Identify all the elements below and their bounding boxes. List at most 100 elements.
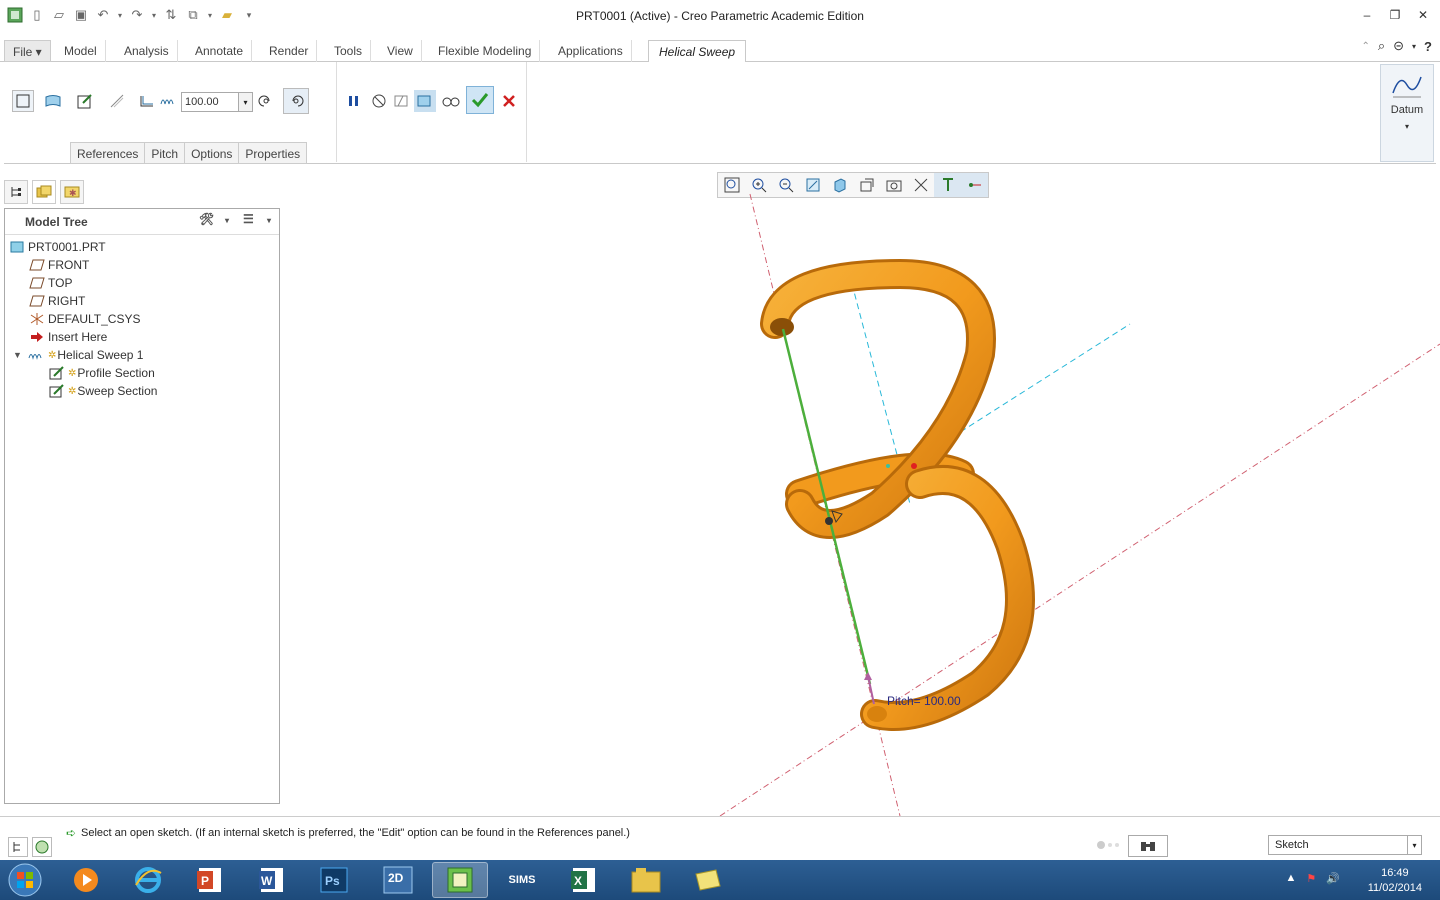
navigator-panel: ✱ Model Tree 🛠 ▾ ☰ ▾ PRT0001.PRT FRONT T… — [4, 176, 280, 804]
tree-item-helical-sweep[interactable]: ▼ ✲ Helical Sweep 1 — [5, 346, 279, 364]
thicken-icon[interactable] — [136, 90, 158, 112]
remove-material-icon[interactable] — [106, 90, 128, 112]
action-center-icon[interactable]: ⚑ — [1306, 872, 1316, 885]
minimize-icon[interactable]: – — [1358, 6, 1376, 24]
datum-button[interactable]: Datum ▾ — [1380, 64, 1434, 162]
windows-taskbar: P W Ps 2D SIMS X ▲ ⚑ 🔊 16:49 11/02/2014 — [0, 860, 1440, 900]
word-icon[interactable]: W — [244, 862, 300, 898]
sketch-point — [911, 463, 917, 469]
system-clock[interactable]: 16:49 11/02/2014 — [1368, 866, 1422, 896]
find-icon[interactable] — [1128, 835, 1168, 857]
tree-item-part[interactable]: PRT0001.PRT — [5, 238, 279, 256]
sketch-point — [886, 464, 890, 468]
minimize-ribbon-icon[interactable]: ⌃ — [1361, 41, 1369, 52]
pause-icon[interactable] — [343, 90, 365, 112]
pitch-annotation[interactable]: Pitch= 100.00 — [887, 694, 961, 708]
powerpoint-icon[interactable]: P — [182, 862, 238, 898]
tab-references[interactable]: References — [70, 142, 145, 164]
model-tree-tab-icon[interactable] — [4, 180, 28, 204]
windows-explorer-icon[interactable] — [618, 862, 674, 898]
favorites-icon[interactable]: ✱ — [60, 180, 84, 204]
tree-settings-dropdown-icon[interactable]: ▾ — [225, 216, 229, 225]
internet-explorer-icon[interactable] — [120, 862, 176, 898]
tree-item-default-csys[interactable]: DEFAULT_CSYS — [5, 310, 279, 328]
sketch-icon — [49, 384, 65, 398]
tab-model[interactable]: Model — [56, 40, 106, 62]
tab-properties[interactable]: Properties — [238, 142, 308, 164]
tab-tools[interactable]: Tools — [326, 40, 372, 62]
svg-text:X: X — [574, 874, 582, 888]
volume-icon[interactable]: 🔊 — [1326, 872, 1340, 885]
excel-icon[interactable]: X — [556, 862, 612, 898]
tab-view[interactable]: View — [379, 40, 422, 62]
right-handed-icon[interactable] — [283, 88, 309, 114]
tree-item-top[interactable]: TOP — [5, 274, 279, 292]
close-icon[interactable]: ✕ — [1414, 6, 1432, 24]
photoshop-icon[interactable]: Ps — [306, 862, 362, 898]
search-icon[interactable]: ⌕ — [1378, 38, 1385, 54]
helix-icon[interactable] — [158, 90, 178, 112]
tab-flexible-modeling[interactable]: Flexible Modeling — [430, 40, 541, 62]
sticky-notes-icon[interactable] — [680, 862, 736, 898]
community-icon[interactable]: ⊝ — [1393, 38, 1404, 54]
creo-parametric-icon[interactable] — [432, 862, 488, 898]
svg-text:Ps: Ps — [325, 874, 340, 888]
svg-text:✱: ✱ — [69, 188, 77, 198]
show-options-dropdown-icon[interactable]: ▾ — [267, 216, 271, 225]
svg-text:2D: 2D — [388, 871, 404, 885]
sweep-section-cap — [867, 706, 887, 722]
tree-item-profile-section[interactable]: ✲ Profile Section — [5, 364, 279, 382]
tab-analysis[interactable]: Analysis — [116, 40, 178, 62]
datum-axis-line — [719, 343, 1440, 816]
selection-filter-dropdown[interactable]: Sketch ▾ — [1268, 835, 1422, 855]
solid-icon[interactable] — [12, 90, 34, 112]
verify-mode-icon[interactable] — [440, 90, 462, 112]
svg-text:W: W — [261, 874, 273, 888]
pitch-value-input[interactable]: 100.00 — [181, 92, 239, 112]
toggle-navigator-icon[interactable] — [8, 837, 28, 857]
model-tree: Model Tree 🛠 ▾ ☰ ▾ PRT0001.PRT FRONT TOP… — [4, 208, 280, 804]
show-hidden-icons-icon[interactable]: ▲ — [1286, 872, 1297, 885]
show-options-icon[interactable]: ☰ — [243, 212, 254, 226]
sketch-icon — [49, 366, 65, 380]
tab-options[interactable]: Options — [184, 142, 239, 164]
no-preview-icon[interactable] — [368, 90, 390, 112]
tree-item-right[interactable]: RIGHT — [5, 292, 279, 310]
tab-pitch[interactable]: Pitch — [144, 142, 185, 164]
2d-design-icon[interactable]: 2D — [370, 862, 426, 898]
helical-sweep-icon — [27, 348, 45, 362]
left-handed-icon[interactable] — [255, 90, 277, 112]
apply-checkmark-icon[interactable] — [466, 86, 494, 114]
surface-icon[interactable] — [42, 90, 64, 112]
start-button[interactable] — [2, 862, 48, 898]
graphics-window[interactable]: Pitch= 100.00 — [280, 164, 1440, 816]
tree-item-front[interactable]: FRONT — [5, 256, 279, 274]
community-dropdown-icon[interactable]: ▾ — [1412, 42, 1416, 51]
detached-preview-icon[interactable] — [414, 90, 436, 112]
cancel-icon[interactable] — [498, 90, 520, 112]
model-canvas: Pitch= 100.00 — [719, 193, 1440, 816]
help-icon[interactable]: ? — [1424, 39, 1432, 54]
selection-filter-dropdown-icon[interactable]: ▾ — [1407, 836, 1421, 854]
folder-browser-icon[interactable] — [32, 180, 56, 204]
toggle-browser-icon[interactable] — [32, 837, 52, 857]
sims-app-button[interactable]: SIMS — [494, 862, 550, 898]
tab-file[interactable]: File ▾ — [4, 40, 51, 62]
sketch-edit-icon[interactable] — [74, 90, 96, 112]
tab-render[interactable]: Render — [261, 40, 318, 62]
tab-applications[interactable]: Applications — [550, 40, 632, 62]
tree-settings-icon[interactable]: 🛠 — [199, 212, 214, 226]
media-player-icon[interactable] — [58, 862, 114, 898]
datum-dropdown-icon[interactable]: ▾ — [1381, 122, 1433, 131]
direction-arrow-head — [864, 672, 872, 680]
expand-chevron-icon[interactable]: ▼ — [13, 350, 27, 360]
tree-item-insert-here[interactable]: Insert Here — [5, 328, 279, 346]
maximize-icon[interactable]: ❐ — [1386, 6, 1404, 24]
tab-annotate[interactable]: Annotate — [187, 40, 253, 62]
system-tray: ▲ ⚑ 🔊 — [1286, 872, 1340, 885]
tree-item-sweep-section[interactable]: ✲ Sweep Section — [5, 382, 279, 400]
pitch-dropdown-icon[interactable]: ▾ — [239, 92, 253, 112]
tab-helical-sweep[interactable]: Helical Sweep — [648, 40, 747, 64]
attached-preview-icon[interactable] — [391, 90, 413, 112]
regeneration-status-icon — [1096, 837, 1122, 853]
